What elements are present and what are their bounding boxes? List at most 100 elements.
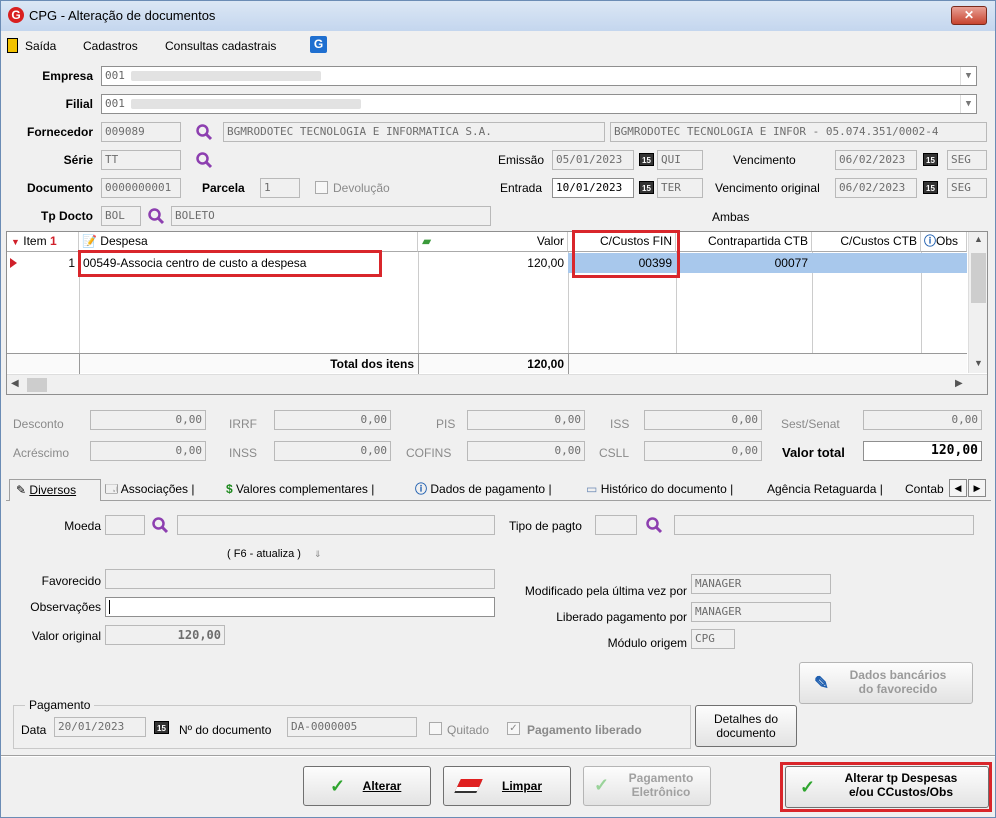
venc-orig-field[interactable]: 06/02/2023 [835, 178, 917, 198]
pis-label: PIS [436, 417, 456, 431]
devolucao-checkbox[interactable] [315, 181, 328, 194]
chevron-right-icon[interactable]: ▶ [955, 378, 963, 389]
calendar-icon[interactable]: 15 [923, 181, 938, 194]
tab-diversos[interactable]: ✎ Diversos [9, 479, 101, 501]
col-header-contrapartida[interactable]: Contrapartida CTB [676, 232, 812, 252]
tab-valores-complementares[interactable]: $ Valores complementares | [226, 479, 374, 501]
calendar-icon[interactable]: 15 [923, 153, 938, 166]
col-header-despesa[interactable]: 📝 Despesa [79, 232, 418, 252]
tab-scroll-right[interactable]: ▶ [968, 479, 986, 497]
chevron-down-icon[interactable]: ▼ [960, 67, 976, 85]
tab-contab[interactable]: Contab [905, 479, 945, 501]
tipo-pagto-field[interactable] [595, 515, 637, 535]
inss-field[interactable]: 0,00 [274, 441, 391, 461]
pag-liberado-checkbox[interactable]: ✓ [507, 722, 520, 735]
search-icon[interactable] [645, 516, 663, 534]
calendar-icon[interactable]: 15 [639, 153, 654, 166]
tab-historico[interactable]: ▭ Histórico do documento | [586, 479, 733, 501]
pagamento-eletronico-button[interactable]: ✓ Pagamento Eletrônico [583, 766, 711, 806]
title-bar: G CPG - Alteração de documentos ✕ [1, 1, 995, 31]
pencil-icon: ✎ [814, 673, 830, 693]
row-valor[interactable]: 120,00 [418, 256, 564, 270]
parcela-field[interactable]: 1 [260, 178, 300, 198]
scroll-thumb[interactable] [27, 378, 47, 392]
menu-cadastros[interactable]: Cadastros [83, 39, 138, 53]
alterar-tp-despesas-button[interactable]: ✓ Alterar tp Despesas e/ou CCustos/Obs [785, 766, 989, 808]
chevron-left-icon[interactable]: ◀ [11, 378, 19, 389]
col-header-ccustos-ctb[interactable]: C/Custos CTB [812, 232, 921, 252]
edit-icon: 📝 [82, 234, 97, 248]
iss-field[interactable]: 0,00 [644, 410, 762, 430]
venc-orig-day: SEG [947, 178, 987, 198]
calendar-icon[interactable]: 15 [154, 721, 169, 734]
detalhes-documento-button[interactable]: Detalhes do documento [695, 705, 797, 747]
alterar-button[interactable]: ✓ Alterar [303, 766, 431, 806]
liberado-field: MANAGER [691, 602, 831, 622]
tab-agencia-retaguarda[interactable]: Agência Retaguarda | [767, 479, 883, 501]
entrada-field[interactable]: 10/01/2023 [552, 178, 634, 198]
empresa-field[interactable]: 001 ▼ [101, 66, 977, 86]
dados-bancarios-button[interactable]: ✎ Dados bancários do favorecido [799, 662, 973, 704]
acrescimo-field[interactable]: 0,00 [90, 441, 206, 461]
ndoc-field: DA-0000005 [287, 717, 417, 737]
sort-order-icon: 1 [49, 234, 57, 248]
row-item: 1 [68, 256, 75, 270]
global-logo-icon[interactable]: G [310, 36, 327, 53]
menu-consultas[interactable]: Consultas cadastrais [165, 39, 276, 53]
iss-label: ISS [610, 417, 630, 431]
tab-associacoes[interactable]: 🗔 Associações | [105, 479, 195, 501]
search-icon[interactable] [147, 207, 165, 225]
data-field[interactable]: 20/01/2023 [54, 717, 146, 737]
valor-total-field: 120,00 [863, 441, 982, 461]
check-icon: ✓ [800, 777, 816, 797]
observacoes-field[interactable] [105, 597, 495, 617]
calendar-icon[interactable]: 15 [639, 181, 654, 194]
modulo-field: CPG [691, 629, 735, 649]
fornecedor-code-field[interactable]: 009089 [101, 122, 181, 142]
menu-saida[interactable]: Saída [25, 39, 56, 53]
horizontal-scrollbar[interactable]: ◀ ▶ [7, 374, 987, 394]
tab-dados-pagamento[interactable]: ⓘ Dados de pagamento | [415, 479, 552, 501]
tab-scroll-left[interactable]: ◀ [949, 479, 967, 497]
row-contrapartida[interactable]: 00077 [676, 256, 808, 270]
favorecido-field[interactable] [105, 569, 495, 589]
tpdocto-code-field[interactable]: BOL [101, 206, 141, 226]
chevron-down-icon[interactable]: ▼ [960, 95, 976, 113]
f6-hint-icon: ⇓ [314, 549, 322, 559]
quitado-label: Quitado [447, 723, 490, 737]
search-icon[interactable] [195, 151, 213, 169]
link-icon: 🗔 [105, 482, 119, 496]
vertical-scrollbar[interactable]: ▲ ▼ [968, 232, 987, 373]
col-header-item[interactable]: ▼ Item 1 [7, 232, 79, 252]
moeda-field[interactable] [105, 515, 145, 535]
ndoc-label: Nº do documento [179, 723, 272, 737]
modificado-field: MANAGER [691, 574, 831, 594]
col-header-obs[interactable]: ⓘObs [921, 232, 967, 252]
limpar-button[interactable]: Limpar [443, 766, 571, 806]
chevron-up-icon[interactable]: ▲ [969, 234, 988, 244]
scroll-thumb[interactable] [971, 253, 986, 303]
exit-door-icon[interactable] [7, 38, 18, 53]
sest-field[interactable]: 0,00 [863, 410, 982, 430]
close-window-button[interactable]: ✕ [951, 6, 987, 25]
devolucao-label: Devolução [333, 181, 390, 195]
cofins-field[interactable]: 0,00 [467, 441, 585, 461]
filial-field[interactable]: 001 ▼ [101, 94, 977, 114]
chevron-down-icon[interactable]: ▼ [969, 358, 988, 368]
vencimento-field[interactable]: 06/02/2023 [835, 150, 917, 170]
irrf-field[interactable]: 0,00 [274, 410, 391, 430]
desconto-label: Desconto [13, 417, 64, 431]
desconto-field[interactable]: 0,00 [90, 410, 206, 430]
search-icon[interactable] [195, 123, 213, 141]
emissao-field[interactable]: 05/01/2023 [552, 150, 634, 170]
quitado-checkbox[interactable] [429, 722, 442, 735]
search-icon[interactable] [151, 516, 169, 534]
serie-field[interactable]: TT [101, 150, 181, 170]
pis-field[interactable]: 0,00 [467, 410, 585, 430]
documento-field[interactable]: 0000000001 [101, 178, 181, 198]
csll-field[interactable]: 0,00 [644, 441, 762, 461]
app-logo-icon: G [8, 7, 24, 23]
csll-label: CSLL [599, 446, 630, 460]
col-header-valor[interactable]: ▰ Valor [418, 232, 568, 252]
sest-label: Sest/Senat [781, 417, 840, 431]
